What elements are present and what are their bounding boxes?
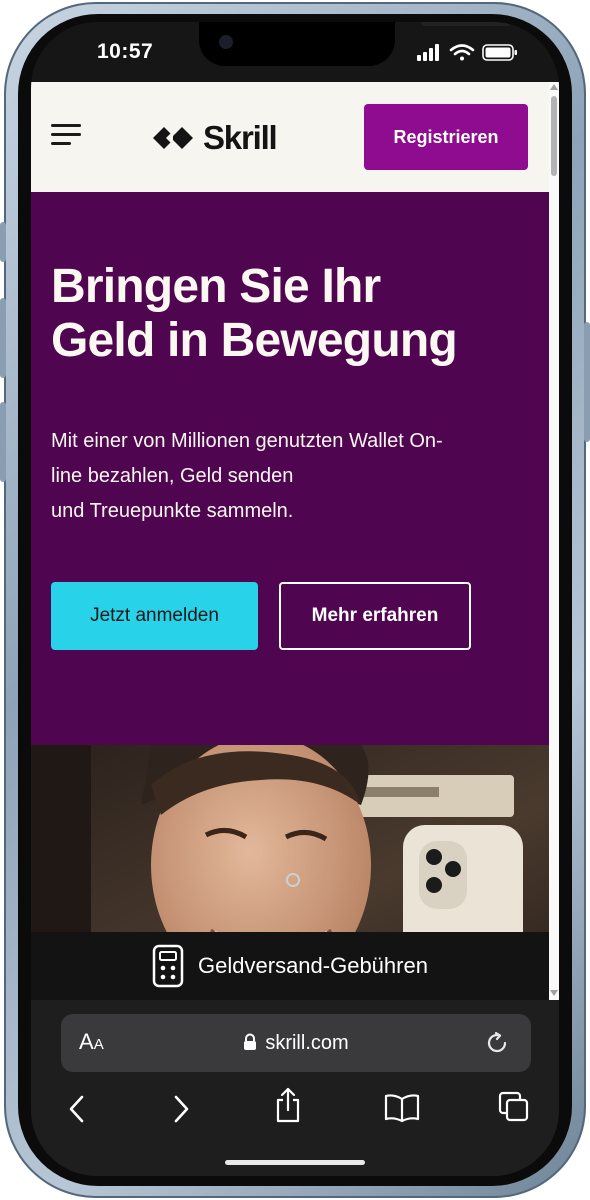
volume-up-button (0, 298, 6, 378)
status-icons (417, 42, 527, 62)
address-bar[interactable]: AA skrill.com (61, 1014, 531, 1072)
site-header: Skrill Registrieren (31, 82, 559, 192)
phone-screen: 10:57 Skrill Registrieren Bringen Sie Ih… (31, 22, 559, 1176)
power-button (584, 322, 590, 442)
page-scrollbar[interactable] (549, 82, 559, 1000)
learn-more-button[interactable]: Mehr erfahren (279, 582, 471, 650)
url-text: skrill.com (265, 1032, 349, 1054)
home-indicator (225, 1160, 365, 1165)
wifi-icon (449, 44, 475, 61)
register-button[interactable]: Registrieren (364, 104, 528, 170)
tabs-icon[interactable] (498, 1091, 530, 1123)
mute-switch (0, 222, 6, 262)
hero-title-line-2: Geld in Bewegung (51, 314, 458, 367)
hero-section: Bringen Sie Ihr Geld in Bewegung Mit ein… (31, 192, 559, 745)
speaker (421, 22, 511, 26)
volume-down-button (0, 402, 6, 482)
scroll-arrows-icon (550, 84, 558, 996)
hero-title-line-1: Bringen Sie Ihr (51, 260, 381, 313)
lock-icon (244, 1033, 257, 1050)
forward-icon[interactable] (169, 1092, 193, 1126)
hero-description-line-3: und Treuepunkte sammeln. (51, 500, 294, 522)
share-icon[interactable] (274, 1086, 302, 1124)
skrill-logo[interactable]: Skrill (153, 118, 278, 158)
calculator-icon (152, 944, 184, 988)
signal-icon (417, 44, 439, 61)
front-camera (219, 35, 233, 49)
web-page: Skrill Registrieren Bringen Sie Ihr Geld… (31, 82, 559, 1000)
login-button[interactable]: Jetzt anmelden (51, 582, 258, 650)
safari-bottom-bar: AA skrill.com (31, 1000, 559, 1176)
hero-description: Mit einer von Millionen genutzten Wallet… (51, 424, 541, 529)
logo-text: Skrill (203, 119, 278, 156)
skrill-logo-mark-icon (153, 127, 193, 149)
bookmarks-icon[interactable] (384, 1093, 420, 1123)
hamburger-menu-icon[interactable] (51, 124, 81, 148)
url-display: skrill.com (61, 1032, 531, 1055)
back-icon[interactable] (65, 1092, 89, 1126)
status-time: 10:57 (97, 40, 154, 63)
scrollbar-thumb[interactable] (551, 96, 557, 176)
reload-icon[interactable] (485, 1030, 511, 1056)
battery-icon (482, 44, 517, 61)
hero-title: Bringen Sie Ihr Geld in Bewegung (51, 260, 541, 368)
fees-link-label: Geldversand-Gebühren (198, 953, 428, 978)
status-bar: 10:57 (31, 22, 559, 82)
hero-description-line-2: line bezahlen, Geld senden (51, 465, 294, 487)
fees-link-bar[interactable]: Geldversand-Gebühren (31, 932, 549, 1000)
hero-description-line-1: Mit einer von Millionen genutzten Wallet… (51, 430, 443, 452)
